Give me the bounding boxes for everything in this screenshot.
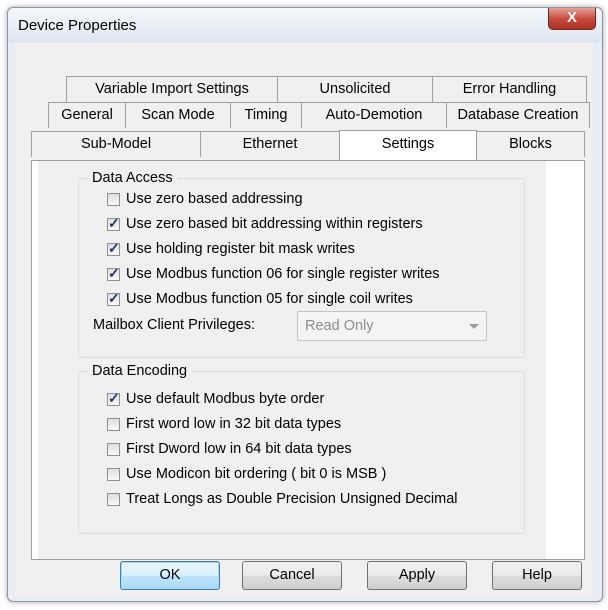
option-modbus-function-05[interactable]: ✓ Use Modbus function 05 for single coil… <box>107 289 413 309</box>
settings-tab-panel: Data Access Use zero based addressing ✓ … <box>31 160 585 560</box>
cancel-button[interactable]: Cancel <box>242 561 342 590</box>
tab-blocks[interactable]: Blocks <box>476 131 585 157</box>
close-button[interactable]: X <box>548 8 596 30</box>
option-holding-register-bit-mask[interactable]: ✓ Use holding register bit mask writes <box>107 239 355 259</box>
apply-button[interactable]: Apply <box>367 561 467 590</box>
check-icon: ✓ <box>108 239 120 256</box>
tab-label: Sub-Model <box>80 136 152 152</box>
tab-label: Timing <box>244 107 288 123</box>
option-zero-based-addressing[interactable]: Use zero based addressing <box>107 189 303 209</box>
tab-label: Variable Import Settings <box>95 81 249 97</box>
option-label: Use zero based addressing <box>126 191 303 207</box>
mailbox-selected-value: Read Only <box>305 318 374 334</box>
option-label: Treat Longs as Double Precision Unsigned… <box>126 491 458 507</box>
tab-ethernet[interactable]: Ethernet <box>200 131 340 157</box>
option-label: Use default Modbus byte order <box>126 391 325 407</box>
option-first-word-low-32bit[interactable]: First word low in 32 bit data types <box>107 414 341 434</box>
option-zero-based-bit-addressing[interactable]: ✓ Use zero based bit addressing within r… <box>107 214 423 234</box>
check-icon: ✓ <box>108 389 120 406</box>
chevron-down-icon <box>469 324 479 329</box>
option-label: Use Modbus function 05 for single coil w… <box>126 291 413 307</box>
tab-label: Unsolicited <box>319 81 391 97</box>
checkbox[interactable]: ✓ <box>107 265 120 281</box>
checkbox[interactable]: ✓ <box>107 390 120 406</box>
close-icon: X <box>566 9 577 26</box>
ok-button[interactable]: OK <box>120 561 220 590</box>
option-label: Use Modbus function 06 for single regist… <box>126 266 440 282</box>
tab-error-handling[interactable]: Error Handling <box>432 76 587 102</box>
option-default-modbus-byte-order[interactable]: ✓ Use default Modbus byte order <box>107 389 324 409</box>
checkbox[interactable] <box>107 492 120 506</box>
option-modbus-function-06[interactable]: ✓ Use Modbus function 06 for single regi… <box>107 264 440 284</box>
window-title: Device Properties <box>18 17 137 34</box>
tab-label: Error Handling <box>462 81 557 97</box>
mailbox-client-privileges-select[interactable]: Read Only <box>297 311 487 341</box>
checkbox[interactable]: ✓ <box>107 240 120 256</box>
dialog-client-area: Variable Import Settings Unsolicited Err… <box>15 43 593 596</box>
tab-label: General <box>61 107 113 123</box>
checkbox[interactable]: ✓ <box>107 215 120 231</box>
data-access-title: Data Access <box>88 169 177 187</box>
check-icon: ✓ <box>108 214 120 231</box>
option-label: Use zero based bit addressing within reg… <box>126 216 423 232</box>
checkbox[interactable] <box>107 467 120 481</box>
option-label: First word low in 32 bit data types <box>126 416 342 432</box>
tab-variable-import-settings[interactable]: Variable Import Settings <box>66 76 278 102</box>
option-label: Use holding register bit mask writes <box>126 241 355 257</box>
tab-label: Auto-Demotion <box>325 107 423 123</box>
tab-label: Settings <box>381 136 435 152</box>
tab-timing[interactable]: Timing <box>230 102 302 128</box>
tab-sub-model[interactable]: Sub-Model <box>31 131 201 157</box>
option-longs-as-double-precision[interactable]: Treat Longs as Double Precision Unsigned… <box>107 489 458 509</box>
option-first-dword-low-64bit[interactable]: First Dword low in 64 bit data types <box>107 439 352 459</box>
checkbox[interactable]: ✓ <box>107 290 120 306</box>
settings-panel-body: Data Access Use zero based addressing ✓ … <box>38 161 546 559</box>
tab-unsolicited[interactable]: Unsolicited <box>277 76 433 102</box>
check-icon: ✓ <box>108 264 120 281</box>
tab-general[interactable]: General <box>48 102 126 128</box>
tab-label: Blocks <box>509 136 552 152</box>
tab-label: Ethernet <box>242 136 298 152</box>
mailbox-client-privileges-label: Mailbox Client Privileges: <box>93 315 255 335</box>
tab-label: Database Creation <box>457 107 579 123</box>
title-bar[interactable]: Device Properties X <box>8 8 602 42</box>
data-encoding-title: Data Encoding <box>88 362 192 380</box>
help-button[interactable]: Help <box>492 561 582 590</box>
mailbox-label-text: Mailbox Client Privileges: <box>93 317 255 333</box>
tab-database-creation[interactable]: Database Creation <box>446 102 590 128</box>
tab-settings[interactable]: Settings <box>339 130 477 160</box>
checkbox[interactable] <box>107 417 120 431</box>
checkbox[interactable] <box>107 192 120 206</box>
tab-scan-mode[interactable]: Scan Mode <box>125 102 231 128</box>
device-properties-window: Device Properties X Variable Import Sett… <box>7 7 603 602</box>
tab-auto-demotion[interactable]: Auto-Demotion <box>301 102 447 128</box>
option-label: Use Modicon bit ordering ( bit 0 is MSB … <box>126 466 387 482</box>
check-icon: ✓ <box>108 289 120 306</box>
checkbox[interactable] <box>107 442 120 456</box>
option-modicon-bit-ordering[interactable]: Use Modicon bit ordering ( bit 0 is MSB … <box>107 464 386 484</box>
option-label: First Dword low in 64 bit data types <box>126 441 352 457</box>
tab-label: Scan Mode <box>141 107 215 123</box>
